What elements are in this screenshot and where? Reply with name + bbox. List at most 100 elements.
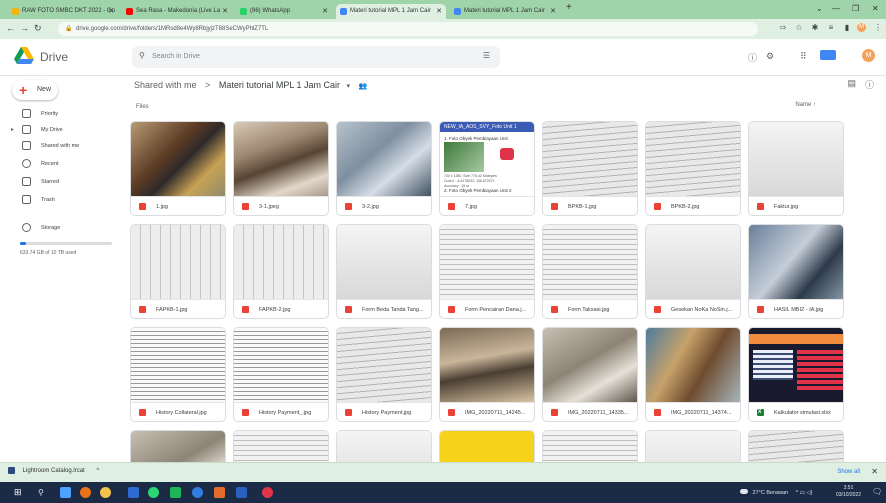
chevron-down-icon[interactable]: ▾ xyxy=(347,83,351,90)
sidebar-item-trash[interactable]: Trash xyxy=(0,192,128,208)
edge-icon[interactable] xyxy=(192,487,203,498)
browser-tab[interactable]: (86) WhatsApp ✕ xyxy=(236,4,332,19)
chrome-icon[interactable] xyxy=(100,487,111,498)
file-card[interactable] xyxy=(542,430,638,462)
file-card[interactable]: Form Beda Tanda Tang... xyxy=(336,224,432,319)
tray-icons[interactable]: ^ ▭ ◁) xyxy=(796,490,813,496)
tab-search-icon[interactable]: ⌄ xyxy=(816,4,823,13)
file-card[interactable]: IMG_20220711_14374... xyxy=(645,327,741,422)
apps-grid-icon[interactable]: ⠿ xyxy=(800,51,807,62)
browser-tab[interactable]: RAW FOTO SMBC DKT 2022 - Go ✕ xyxy=(8,4,118,19)
app-red-icon[interactable] xyxy=(262,487,273,498)
breadcrumb-current[interactable]: Materi tutorial MPL 1 Jam Cair xyxy=(219,80,340,90)
download-item[interactable]: Lightroom Catalog.lrcat ^ xyxy=(8,467,99,474)
file-card[interactable] xyxy=(645,430,741,462)
shared-people-icon[interactable]: 👥 xyxy=(359,83,368,90)
extensions-icon[interactable]: ✱ xyxy=(810,23,820,33)
file-card[interactable]: 3-1.jpeg xyxy=(233,121,329,216)
close-window-icon[interactable]: ✕ xyxy=(872,4,879,13)
weather-widget[interactable]: 27°C Berawan ^ ▭ ◁) xyxy=(740,489,813,496)
file-card[interactable] xyxy=(233,430,329,462)
search-options-icon[interactable]: ☰ xyxy=(483,51,490,60)
app-green-icon[interactable] xyxy=(170,487,181,498)
chrome-menu-icon[interactable]: ⋮ xyxy=(873,23,883,33)
settings-gear-icon[interactable]: ⚙ xyxy=(766,51,774,62)
notifications-icon[interactable]: 🗨 xyxy=(872,487,882,496)
reload-icon[interactable]: ↻ xyxy=(34,23,42,34)
new-button[interactable]: + New xyxy=(12,80,58,100)
tab-close-icon[interactable]: ✕ xyxy=(108,7,114,15)
maximize-icon[interactable]: ❐ xyxy=(852,4,859,13)
file-card[interactable]: FAPKB-2.jpg xyxy=(233,224,329,319)
new-tab-button[interactable]: + xyxy=(566,2,572,13)
sort-by-name-button[interactable]: Name ↑ xyxy=(795,102,816,108)
file-card[interactable] xyxy=(336,430,432,462)
file-card[interactable] xyxy=(439,430,535,462)
file-card[interactable]: FAPKB-1.jpg xyxy=(130,224,226,319)
file-card[interactable]: History Payment_.jpg xyxy=(233,327,329,422)
search-icon[interactable]: ⚲ xyxy=(139,51,145,60)
tab-close-icon[interactable]: ✕ xyxy=(550,7,556,15)
sidebar-item-starred[interactable]: Starred xyxy=(0,174,128,190)
sidebar-item-priority[interactable]: Priority xyxy=(0,106,128,122)
whatsapp-icon[interactable] xyxy=(148,487,159,498)
taskbar-search-icon[interactable]: ⚲ xyxy=(38,487,49,498)
forward-icon[interactable]: → xyxy=(20,23,29,33)
file-card[interactable]: NEW_IA_AOS_SVY_Foto Unit 1 1. Foto Obyek … xyxy=(439,121,535,216)
word-icon[interactable] xyxy=(236,487,247,498)
browser-tab[interactable]: Materi tutorial MPL 1 Jam Cair ✕ xyxy=(450,4,560,19)
details-info-icon[interactable]: ⓘ xyxy=(865,78,874,91)
share-icon[interactable]: ⇨ xyxy=(778,23,788,33)
file-card[interactable]: Form Taksasi.jpg xyxy=(542,224,638,319)
file-card[interactable]: BPKB-2.jpg xyxy=(645,121,741,216)
file-card[interactable]: BPKB-1.jpg xyxy=(542,121,638,216)
tab-close-icon[interactable]: ✕ xyxy=(436,7,442,15)
file-card[interactable]: Gesekan NoKa NoSin.j... xyxy=(645,224,741,319)
help-icon[interactable]: ⓘ xyxy=(748,51,757,64)
start-windows-icon[interactable]: ⊞ xyxy=(14,487,25,498)
file-card[interactable]: Faktur.jpg xyxy=(748,121,844,216)
task-view-icon[interactable] xyxy=(60,487,71,498)
file-card[interactable]: 1.jpg xyxy=(130,121,226,216)
clock[interactable]: 3:51 03/10/2022 xyxy=(836,485,861,499)
expand-caret-icon[interactable]: ▸ xyxy=(11,126,14,133)
workspace-logo-icon[interactable] xyxy=(820,50,836,60)
file-card[interactable]: History Collateral.jpg xyxy=(130,327,226,422)
drive-search-input[interactable]: ⚲ Search in Drive ☰ xyxy=(132,46,500,68)
file-card[interactable]: HASIL MBIZ - IA.jpg xyxy=(748,224,844,319)
account-avatar[interactable]: M xyxy=(862,49,875,62)
reading-list-icon[interactable]: ≡ xyxy=(826,23,836,33)
bookmark-star-icon[interactable]: ☆ xyxy=(794,23,804,33)
sidebar-item-my-drive[interactable]: ▸ My Drive xyxy=(0,122,128,138)
sidebar-item-recent[interactable]: Recent xyxy=(0,156,128,172)
file-card[interactable] xyxy=(748,430,844,462)
back-icon[interactable]: ← xyxy=(6,23,15,33)
list-view-icon[interactable]: ▤ xyxy=(847,78,856,89)
show-all-link[interactable]: Show all xyxy=(837,469,860,475)
browser-tab[interactable]: Sea Rasa - Makedonia (Live La ✕ xyxy=(122,4,232,19)
sidebar-item-storage[interactable]: Storage xyxy=(0,220,128,236)
minimize-icon[interactable]: — xyxy=(832,4,840,13)
sidepanel-icon[interactable]: ▮ xyxy=(842,23,852,33)
file-card[interactable]: IMG_20220711_14335... xyxy=(542,327,638,422)
drive-product-name[interactable]: Drive xyxy=(40,50,68,64)
breadcrumb-root[interactable]: Shared with me xyxy=(134,80,197,90)
app-orange-icon[interactable] xyxy=(214,487,225,498)
file-card[interactable]: Form Pencairan Dana.j... xyxy=(439,224,535,319)
firefox-icon[interactable] xyxy=(80,487,91,498)
tab-close-icon[interactable]: ✕ xyxy=(222,7,228,15)
browser-tab[interactable]: Materi tutorial MPL 1 Jam Cair ✕ xyxy=(336,4,446,19)
profile-avatar[interactable]: M xyxy=(857,23,866,32)
file-card[interactable]: History Payment.jpg xyxy=(336,327,432,422)
drive-logo-icon[interactable] xyxy=(14,47,34,65)
tab-close-icon[interactable]: ✕ xyxy=(322,7,328,15)
sidebar-item-shared-with-me[interactable]: Shared with me xyxy=(0,138,128,154)
file-card[interactable] xyxy=(130,430,226,462)
file-card[interactable]: 3-2.jpg xyxy=(336,121,432,216)
address-bar[interactable]: 🔒 drive.google.com/drive/folders/1MRsd8e… xyxy=(58,22,758,36)
premiere-icon[interactable] xyxy=(128,487,139,498)
file-card[interactable]: IMG_20220711_14245... xyxy=(439,327,535,422)
file-card[interactable]: Kalkulator simulasi.xlsx xyxy=(748,327,844,422)
close-downloads-icon[interactable]: ✕ xyxy=(871,467,878,476)
chevron-up-icon[interactable]: ^ xyxy=(96,468,99,474)
